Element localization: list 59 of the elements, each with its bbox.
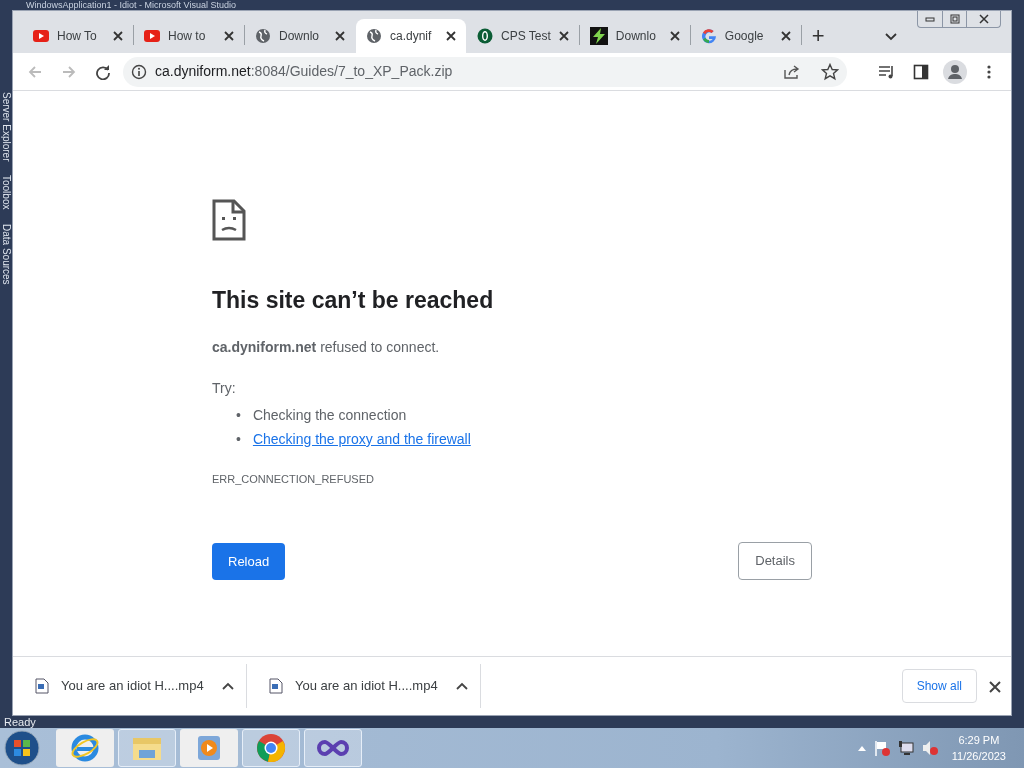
suggestion-text: Checking the connection [252,405,407,425]
profile-icon[interactable] [941,57,969,86]
details-button[interactable]: Details [738,542,812,580]
start-icon[interactable] [4,730,40,766]
close-icon[interactable] [780,31,791,41]
new-tab-button[interactable]: + [801,19,835,53]
video-file-icon [269,678,283,694]
error-code: ERR_CONNECTION_REFUSED [212,471,375,487]
try-label: Try: [212,378,237,398]
error-heading: This site can’t be reached [212,287,495,315]
video-file-icon [35,678,49,694]
browser-tab[interactable]: ca.dynif [356,19,466,53]
lightning-icon [589,27,608,45]
close-icon[interactable] [446,31,456,41]
panel-tab[interactable]: Server Explorer [0,92,12,162]
play-icon [33,30,49,42]
close-icon[interactable] [224,31,234,41]
panel-tab[interactable]: Data Sources [0,223,12,285]
browser-tab[interactable]: Downlo [579,19,690,53]
play-icon [144,30,160,42]
close-icon[interactable] [669,31,680,41]
browser-tab[interactable]: How To [23,19,133,53]
chevron-icon[interactable] [884,33,897,41]
info-icon[interactable] [131,63,147,80]
caret-icon[interactable] [222,682,234,690]
flag-icon[interactable] [873,740,890,756]
bullet: • [236,429,241,449]
infinity-icon[interactable] [304,729,362,767]
e-icon[interactable] [56,729,114,767]
show-all-button[interactable]: Show all [901,669,977,703]
browser-tab[interactable]: Google [690,19,801,53]
reload-button[interactable]: Reload [212,543,286,580]
proxy-link[interactable]: Checking the proxy and the firewall [252,426,471,451]
status-text: Ready [4,716,36,728]
shield-icon [477,28,493,44]
chrome-icon[interactable] [242,729,300,767]
browser-tab[interactable]: Downlo [245,19,355,53]
google-icon [700,28,717,44]
browser-tab[interactable]: CPS Test [467,19,579,53]
panel-tab[interactable]: Toolbox [0,175,12,210]
bullet: • [236,405,241,425]
star-icon[interactable] [821,62,839,81]
close-icon[interactable] [558,31,569,41]
mute-icon[interactable] [921,740,938,756]
close-icon[interactable] [113,31,123,41]
caret-icon[interactable] [456,682,468,690]
sad-page-icon [212,199,246,241]
file-name[interactable]: You are an idiot H....mp4 [61,676,210,696]
window-title: WindowsApplication1 - Idiot - Microsoft Visual Studio [26,0,236,10]
network-icon[interactable] [897,740,914,756]
file-name[interactable]: You are an idiot H....mp4 [295,676,444,696]
error-message: ca.dyniform.net refused to connect. [212,337,441,357]
share-icon[interactable] [783,63,801,80]
globe-icon [255,28,271,44]
browser-tab[interactable]: How to [134,19,244,53]
close-icon[interactable] [335,31,345,41]
globe-icon [366,28,382,44]
address-bar[interactable]: ca.dyniform.net:8084/Guides/7_to_XP_Pack.zip [123,56,847,87]
url-text: ca.dyniform.net:8084/Guides/7_to_XP_Pack.zip [155,62,453,81]
